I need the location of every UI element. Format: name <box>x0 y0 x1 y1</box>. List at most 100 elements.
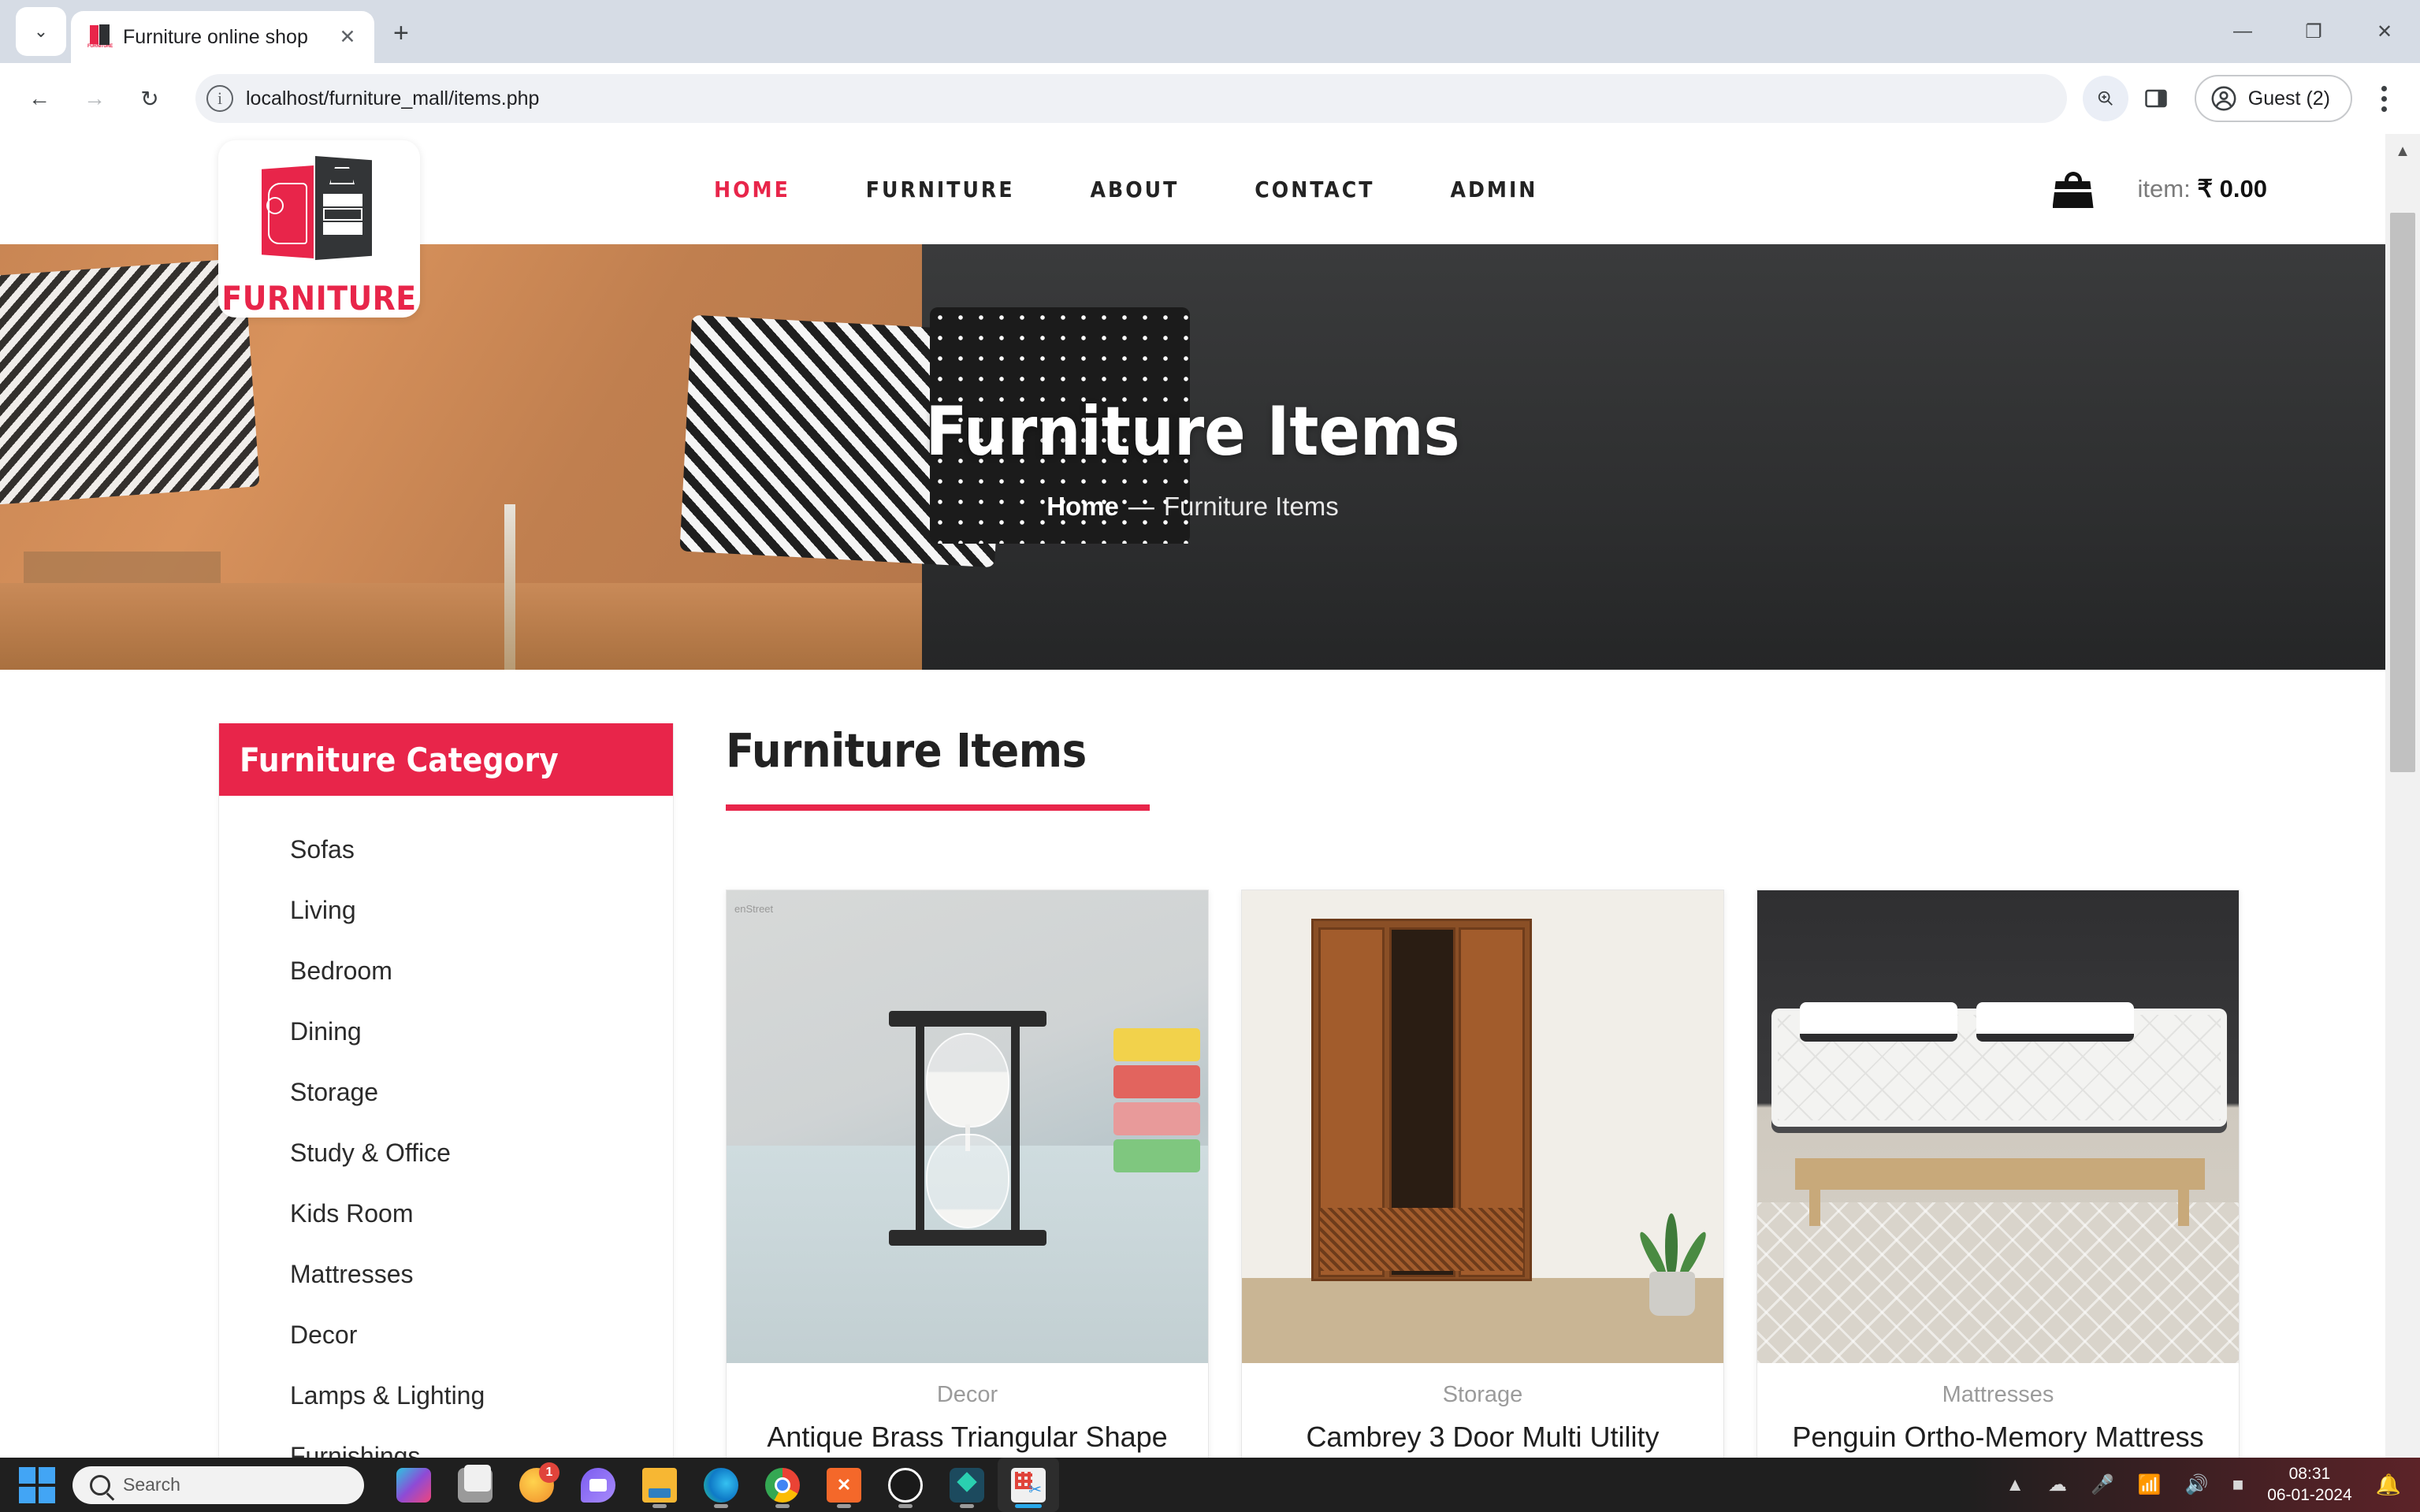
sidebar-item-lamps-lighting[interactable]: Lamps & Lighting <box>219 1365 673 1426</box>
tab-search-chevron-icon[interactable]: ⌄ <box>16 7 66 56</box>
products-section: Furniture Items enStreet Decor Antique B… <box>726 723 2240 1458</box>
scrollbar-thumb[interactable] <box>2390 213 2415 772</box>
product-card[interactable]: Storage Cambrey 3 Door Multi Utility War… <box>1241 890 1724 1458</box>
sidebar-item-sofas[interactable]: Sofas <box>219 819 673 880</box>
sidebar-item-mattresses[interactable]: Mattresses <box>219 1244 673 1305</box>
search-icon <box>90 1474 110 1495</box>
wifi-icon[interactable]: 📶 <box>2138 1473 2162 1496</box>
minimize-button[interactable]: — <box>2207 0 2278 63</box>
forward-icon[interactable]: → <box>69 73 120 124</box>
url-text: localhost/furniture_mall/items.php <box>246 87 540 110</box>
sidebar-item-study-office[interactable]: Study & Office <box>219 1123 673 1183</box>
search-placeholder: Search <box>123 1474 180 1495</box>
category-list: Sofas Living Bedroom Dining Storage Stud… <box>219 796 673 1458</box>
sidebar-item-dining[interactable]: Dining <box>219 1001 673 1062</box>
furniture-logo-icon <box>260 156 378 260</box>
product-card[interactable]: Mattresses Penguin Ortho-Memory Mattress… <box>1756 890 2240 1458</box>
product-category: Decor <box>936 1382 998 1407</box>
browser-tab[interactable]: FURNITURE Furniture online shop ✕ <box>71 11 374 63</box>
product-name[interactable]: Antique Brass Triangular Shape Sand Time… <box>742 1419 1192 1458</box>
clock-time: 08:31 <box>2288 1465 2331 1484</box>
image-watermark: enStreet <box>734 903 774 915</box>
page-viewport: HOME FURNITURE ABOUT CONTACT ADMIN item:… <box>0 134 2420 1458</box>
taskbar-file-explorer-icon[interactable] <box>629 1458 690 1512</box>
notifications-bell-icon[interactable]: 🔔 <box>2376 1473 2401 1497</box>
hero-title: Furniture Items <box>925 392 1460 471</box>
taskbar-xampp-icon[interactable]: ✕ <box>813 1458 875 1512</box>
window-controls: — ❐ ✕ <box>2207 0 2420 63</box>
product-image-sand-timer[interactable]: enStreet <box>727 890 1208 1363</box>
product-image-wardrobe[interactable] <box>1242 890 1723 1363</box>
start-button-icon[interactable] <box>19 1466 55 1503</box>
volume-icon[interactable]: 🔊 <box>2185 1473 2209 1496</box>
nav-item-admin[interactable]: ADMIN <box>1450 176 1537 202</box>
browser-menu-icon[interactable] <box>2362 85 2406 112</box>
sidebar-item-furnishings[interactable]: Furnishings <box>219 1426 673 1458</box>
taskbar-task-view-icon[interactable] <box>444 1458 506 1512</box>
taskbar-snipping-tool-icon[interactable]: ✂ <box>998 1458 1059 1512</box>
close-window-button[interactable]: ✕ <box>2349 0 2420 63</box>
product-card[interactable]: enStreet Decor Antique Brass Triangular … <box>726 890 1209 1458</box>
zoom-icon[interactable] <box>2082 76 2128 121</box>
browser-toolbar: ← → ↻ i localhost/furniture_mall/items.p… <box>0 63 2420 134</box>
nav-item-furniture[interactable]: FURNITURE <box>866 176 1015 202</box>
nav-item-home[interactable]: HOME <box>714 176 790 202</box>
taskbar-honey-icon[interactable]: 1 <box>506 1458 567 1512</box>
sidebar-item-decor[interactable]: Decor <box>219 1305 673 1365</box>
product-category: Storage <box>1442 1382 1523 1407</box>
cart-amount: ₹ 0.00 <box>2197 175 2267 202</box>
site-logo[interactable]: FURNITURE <box>218 140 420 318</box>
breadcrumb: Home — Furniture Items <box>1046 492 1339 522</box>
back-icon[interactable]: ← <box>14 73 65 124</box>
taskbar-copilot-icon[interactable] <box>383 1458 444 1512</box>
taskbar-search-input[interactable]: Search <box>72 1466 364 1504</box>
breadcrumb-current: Furniture Items <box>1163 492 1339 521</box>
windows-taskbar: Search 1 ✕ ✂ ▲ ☁ 🎤 📶 🔊 ■ 08:31 06-01-202… <box>0 1458 2420 1512</box>
product-image-mattress[interactable] <box>1757 890 2239 1363</box>
taskbar-clock[interactable]: 08:31 06-01-2024 <box>2267 1464 2351 1506</box>
scroll-up-arrow-icon[interactable]: ▲ <box>2385 134 2420 169</box>
taskbar-apps: 1 ✕ ✂ <box>383 1458 1059 1512</box>
cart-prefix: item: <box>2137 175 2198 202</box>
new-tab-button[interactable]: + <box>393 18 409 49</box>
profile-button[interactable]: Guest (2) <box>2194 75 2352 122</box>
nav-item-contact[interactable]: CONTACT <box>1255 176 1374 202</box>
taskbar-microsoft-edge-icon[interactable] <box>690 1458 752 1512</box>
cart-area[interactable]: item: ₹ 0.00 <box>2052 134 2267 244</box>
sidebar-item-bedroom[interactable]: Bedroom <box>219 941 673 1001</box>
category-sidebar: Furniture Category Sofas Living Bedroom … <box>218 723 674 1458</box>
taskbar-obs-studio-icon[interactable] <box>875 1458 936 1512</box>
logo-wordmark: FURNITURE <box>221 279 417 318</box>
battery-icon[interactable]: ■ <box>2232 1474 2244 1496</box>
taskbar-video-chat-icon[interactable] <box>567 1458 629 1512</box>
close-tab-icon[interactable]: ✕ <box>333 25 362 49</box>
sidebar-item-living[interactable]: Living <box>219 880 673 941</box>
breadcrumb-separator: — <box>1128 492 1154 521</box>
microphone-icon[interactable]: 🎤 <box>2091 1473 2114 1496</box>
sidebar-header: Furniture Category <box>219 723 673 796</box>
sidebar-item-kids-room[interactable]: Kids Room <box>219 1183 673 1244</box>
page-title: Furniture Items <box>726 723 1087 778</box>
nav-item-about[interactable]: ABOUT <box>1091 176 1180 202</box>
sidebar-item-storage[interactable]: Storage <box>219 1062 673 1123</box>
profile-label: Guest (2) <box>2247 87 2330 110</box>
taskbar-filmora-icon[interactable] <box>936 1458 998 1512</box>
page-content: Furniture Category Sofas Living Bedroom … <box>0 670 2385 1458</box>
reload-icon[interactable]: ↻ <box>125 73 175 124</box>
sidebar-title: Furniture Category <box>240 740 559 779</box>
breadcrumb-home-link[interactable]: Home <box>1046 492 1119 522</box>
title-underline <box>726 804 1150 811</box>
browser-window: ⌄ FURNITURE Furniture online shop ✕ + — … <box>0 0 2420 1458</box>
product-name[interactable]: Penguin Ortho-Memory Mattress <box>1773 1419 2223 1455</box>
product-name[interactable]: Cambrey 3 Door Multi Utility Wardrobe <box>1258 1419 1708 1458</box>
main-navigation: HOME FURNITURE ABOUT CONTACT ADMIN <box>714 134 1537 244</box>
page-scrollbar[interactable]: ▲ <box>2385 134 2420 1458</box>
maximize-button[interactable]: ❐ <box>2278 0 2349 63</box>
tray-expand-chevron-icon[interactable]: ▲ <box>2006 1474 2024 1496</box>
onedrive-sync-icon[interactable]: ☁ <box>2048 1473 2067 1496</box>
shopping-bag-icon[interactable] <box>2052 170 2094 208</box>
side-panel-icon[interactable] <box>2133 76 2179 121</box>
site-info-icon[interactable]: i <box>206 85 233 112</box>
address-bar[interactable]: i localhost/furniture_mall/items.php <box>195 74 2067 123</box>
taskbar-google-chrome-icon[interactable] <box>752 1458 813 1512</box>
